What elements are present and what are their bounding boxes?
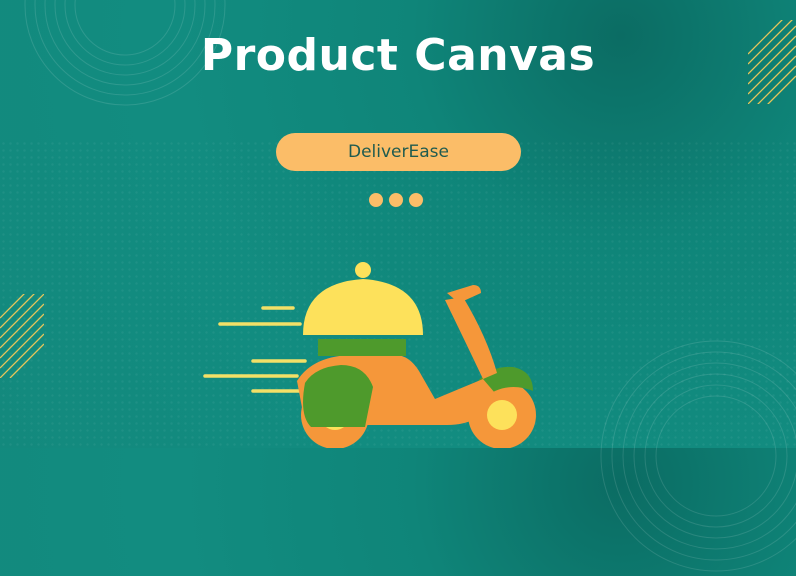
more-dots-icon	[369, 193, 423, 207]
product-name-label: DeliverEase	[348, 142, 449, 162]
ellipsis-dot	[389, 193, 403, 207]
ellipsis-dot	[369, 193, 383, 207]
concentric-rings-decoration-bottom-right	[600, 340, 796, 572]
cargo-box	[318, 339, 406, 356]
speed-lines	[203, 306, 315, 393]
slide-title: Product Canvas	[200, 30, 596, 81]
ellipsis-dot	[409, 193, 423, 207]
diagonal-stripes-decoration-left	[0, 294, 44, 378]
product-name-pill: DeliverEase	[276, 133, 521, 171]
cloche	[303, 279, 423, 335]
delivery-scooter-icon	[203, 262, 536, 448]
